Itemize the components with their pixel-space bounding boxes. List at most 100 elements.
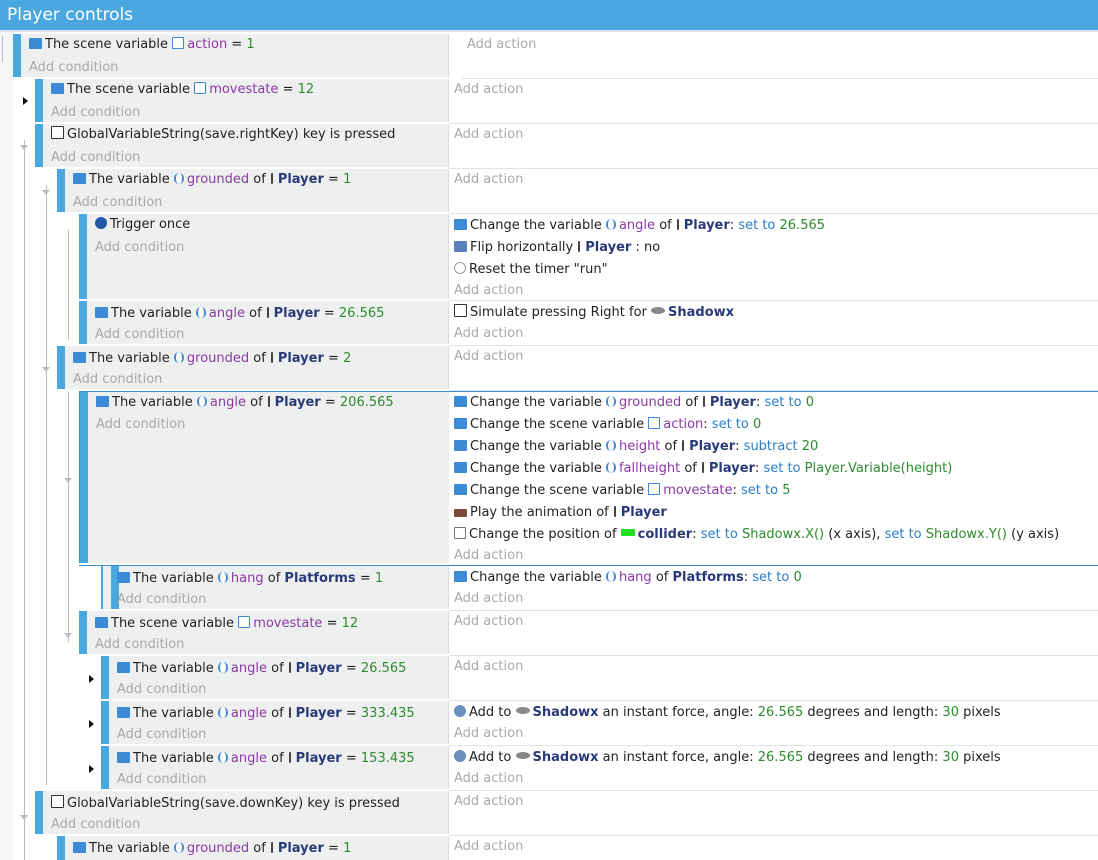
- add-action-link[interactable]: Add action: [454, 836, 523, 858]
- of-text: of: [271, 661, 284, 676]
- condition-key-pressed[interactable]: GlobalVariableString(save.downKey) key i…: [51, 793, 400, 815]
- condition-var-grounded[interactable]: The variable grounded of Player = 2: [73, 348, 351, 370]
- add-action-link[interactable]: Add action: [454, 723, 523, 745]
- value: 206.565: [339, 395, 394, 410]
- add-action-link[interactable]: Add action: [467, 34, 536, 56]
- add-action-link[interactable]: Add action: [454, 280, 523, 302]
- actions-panel: Add action: [449, 124, 1098, 169]
- event-row[interactable]: The scene variable movestate = 12 Add co…: [79, 611, 1098, 656]
- action-simulate-right[interactable]: Simulate pressing Right for Shadowx: [454, 302, 734, 324]
- condition-var-grounded[interactable]: The variable grounded of Player = 1: [73, 169, 351, 191]
- expand-arrow[interactable]: [89, 675, 94, 683]
- add-condition-link[interactable]: Add condition: [117, 724, 206, 746]
- condition-key-pressed[interactable]: GlobalVariableString(save.rightKey) key …: [51, 124, 395, 146]
- add-action-link[interactable]: Add action: [454, 346, 523, 368]
- add-condition-link[interactable]: Add condition: [51, 814, 140, 836]
- variable-icon: [96, 396, 109, 407]
- action-change-scene-var-action[interactable]: Change the scene variable action: set to…: [454, 414, 761, 436]
- condition-scene-var-movestate[interactable]: The scene variable movestate = 12: [51, 79, 314, 101]
- action-text: an instant force, angle:: [602, 750, 754, 765]
- add-condition-link[interactable]: Add condition: [51, 102, 140, 124]
- action-flip-horizontally[interactable]: Flip horizontally Player : no: [454, 237, 660, 259]
- event-row[interactable]: Trigger once Add condition Change the va…: [79, 214, 1098, 301]
- value: 30: [942, 750, 959, 765]
- action-change-var-fallheight[interactable]: Change the variable fallheight of Player:…: [454, 458, 952, 480]
- event-row[interactable]: The variable grounded of Player = 1 Add a…: [57, 836, 1098, 860]
- add-condition-link[interactable]: Add condition: [117, 769, 206, 791]
- event-row[interactable]: GlobalVariableString(save.downKey) key i…: [35, 791, 1098, 836]
- add-action-link[interactable]: Add action: [454, 169, 523, 191]
- event-row[interactable]: The scene variable movestate = 12 Add co…: [35, 79, 1098, 124]
- add-condition-link[interactable]: Add condition: [73, 192, 162, 214]
- event-row[interactable]: The variable grounded of Player = 2 Add c…: [57, 346, 1098, 391]
- event-row[interactable]: The variable hang of Platforms = 1 Add c…: [101, 566, 1098, 611]
- add-condition-link[interactable]: Add condition: [51, 147, 140, 169]
- colon: :: [755, 395, 761, 410]
- condition-scene-var-action[interactable]: The scene variable action = 1: [29, 34, 255, 56]
- event-row[interactable]: The variable angle of Player = 26.565 Add…: [101, 656, 1098, 701]
- shadowx-sprite-icon: [515, 707, 530, 714]
- action-reset-timer[interactable]: Reset the timer "run": [454, 259, 608, 281]
- action-add-force[interactable]: Add to Shadowx an instant force, angle: …: [454, 702, 1001, 724]
- action-change-var-hang[interactable]: Change the variable hang of Platforms: s…: [454, 567, 802, 589]
- value: 12: [297, 82, 315, 97]
- colon: :: [692, 527, 697, 542]
- add-action-link[interactable]: Add action: [454, 545, 523, 567]
- condition-var-angle[interactable]: The variable angle of Player = 26.565: [117, 658, 406, 680]
- add-action-link[interactable]: Add action: [454, 124, 523, 146]
- condition-var-hang[interactable]: The variable hang of Platforms = 1: [117, 568, 383, 590]
- event-row-selected[interactable]: The variable angle of Player = 206.565 Ad…: [79, 391, 1098, 566]
- player-sprite-icon: [701, 462, 704, 473]
- action-change-var-height[interactable]: Change the variable height of Player: sub…: [454, 436, 818, 458]
- expand-arrow[interactable]: [23, 97, 28, 105]
- expand-arrow[interactable]: [89, 765, 94, 773]
- event-row[interactable]: The scene variable action = 1 Add condit…: [13, 34, 1098, 79]
- event-row[interactable]: The variable angle of Player = 153.435 Ad…: [101, 746, 1098, 791]
- action-change-position[interactable]: Change the position of collider: set to …: [454, 524, 1059, 546]
- action-play-animation[interactable]: Play the animation of Player: [454, 502, 667, 524]
- action-change-var-grounded[interactable]: Change the variable grounded of Player: s…: [454, 392, 814, 414]
- condition-text: key is pressed: [302, 127, 396, 142]
- event-row[interactable]: The variable angle of Player = 333.435 Ad…: [101, 701, 1098, 746]
- add-condition-link[interactable]: Add condition: [29, 57, 118, 79]
- condition-var-angle[interactable]: The variable angle of Player = 153.435: [117, 748, 415, 770]
- add-condition-link[interactable]: Add condition: [95, 634, 184, 656]
- of-text: of: [684, 461, 697, 476]
- collider-sprite-icon: [620, 529, 635, 536]
- action-change-var-angle[interactable]: Change the variable angle of Player: set …: [454, 215, 825, 237]
- force-icon: [454, 705, 466, 717]
- of-text: of: [664, 439, 678, 454]
- condition-var-grounded[interactable]: The variable grounded of Player = 1: [73, 838, 351, 860]
- condition-var-angle[interactable]: The variable angle of Player = 26.565: [95, 303, 384, 325]
- value: 5: [782, 483, 791, 498]
- events-group-header[interactable]: Player controls: [0, 0, 1098, 32]
- condition-var-angle[interactable]: The variable angle of Player = 206.565: [96, 392, 394, 414]
- add-action-link[interactable]: Add action: [454, 323, 523, 345]
- action-add-force[interactable]: Add to Shadowx an instant force, angle: …: [454, 747, 1001, 769]
- variable-name: angle: [230, 706, 267, 721]
- add-condition-link[interactable]: Add condition: [73, 369, 162, 391]
- action-text: an instant force, angle:: [602, 705, 754, 720]
- action-text: degrees and length:: [807, 705, 939, 720]
- event-row[interactable]: The variable angle of Player = 26.565 Add…: [79, 301, 1098, 346]
- object-name: Player: [585, 240, 632, 255]
- action-text: Change the position of: [469, 527, 617, 542]
- event-row[interactable]: The variable grounded of Player = 1 Add c…: [57, 169, 1098, 214]
- condition-scene-var-movestate[interactable]: The scene variable movestate = 12: [95, 613, 358, 635]
- add-condition-link[interactable]: Add condition: [96, 414, 185, 436]
- expand-arrow[interactable]: [89, 720, 94, 728]
- add-action-link[interactable]: Add action: [454, 791, 523, 813]
- action-change-scene-var-movestate[interactable]: Change the scene variable movestate: set…: [454, 480, 791, 502]
- add-action-link[interactable]: Add action: [454, 79, 523, 101]
- add-action-link[interactable]: Add action: [454, 768, 523, 790]
- add-action-link[interactable]: Add action: [454, 611, 523, 633]
- condition-var-angle[interactable]: The variable angle of Player = 333.435: [117, 703, 415, 725]
- condition-trigger-once[interactable]: Trigger once: [95, 214, 190, 236]
- add-condition-link[interactable]: Add condition: [117, 679, 206, 701]
- event-row[interactable]: GlobalVariableString(save.rightKey) key …: [35, 124, 1098, 169]
- add-condition-link[interactable]: Add condition: [95, 324, 184, 346]
- add-action-link[interactable]: Add action: [454, 656, 523, 678]
- add-condition-link[interactable]: Add condition: [117, 589, 206, 611]
- add-action-link[interactable]: Add action: [454, 588, 523, 610]
- add-condition-link[interactable]: Add condition: [95, 237, 184, 259]
